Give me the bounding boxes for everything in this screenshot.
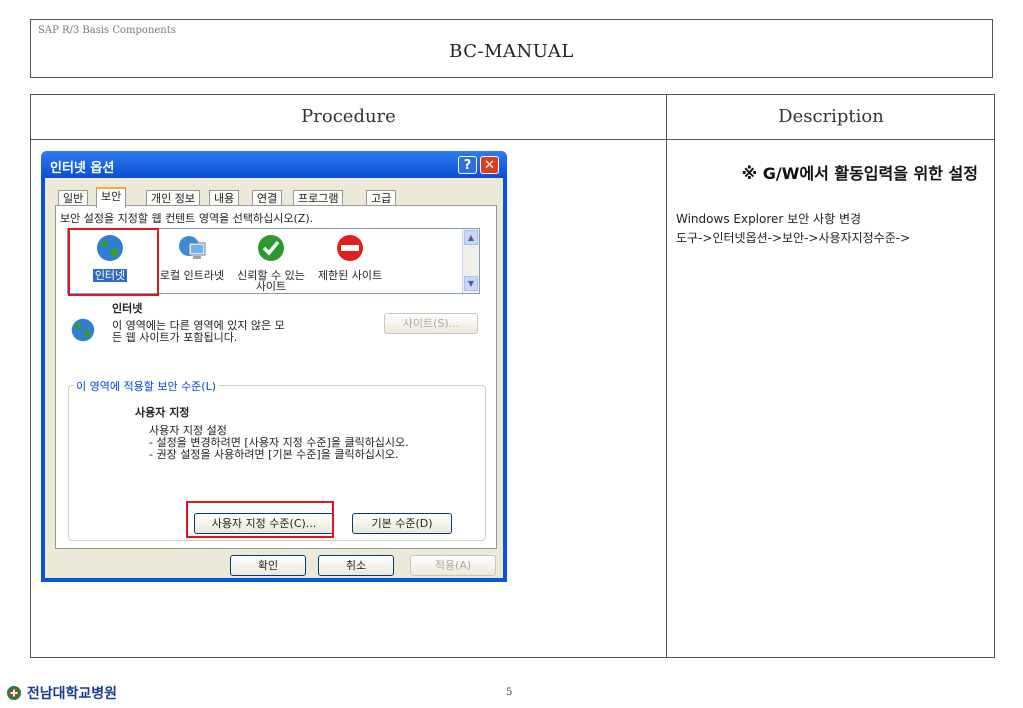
zone-label: 신뢰할 수 있는 사이트: [237, 269, 305, 293]
scroll-up-icon[interactable]: ▲: [464, 230, 478, 245]
header-subtitle: SAP R/3 Basis Components: [38, 25, 176, 36]
zone-label: 로컬 인트라넷: [159, 269, 225, 282]
tab-advanced[interactable]: 고급: [366, 190, 397, 206]
zone-description-2: 든 웹 사이트가 포함됩니다.: [112, 331, 238, 344]
table-header-divider: [31, 139, 994, 140]
table-column-divider: [666, 95, 667, 657]
zone-scrollbar[interactable]: ▲ ▼: [462, 229, 479, 293]
cancel-button[interactable]: 취소: [318, 555, 394, 576]
zone-name: 인터넷: [112, 302, 143, 315]
internet-zone-highlight: [68, 228, 159, 296]
procedure-column-header: Procedure: [301, 106, 396, 127]
no-entry-icon: [337, 235, 363, 261]
footer-logo-text: 전남대학교병원: [26, 686, 118, 702]
level-title: 사용자 지정: [135, 406, 190, 419]
tab-programs[interactable]: 프로그램: [293, 190, 344, 206]
scroll-down-icon[interactable]: ▼: [464, 276, 478, 291]
description-column-header: Description: [778, 106, 884, 127]
checkmark-icon: [258, 235, 284, 261]
custom-level-highlight: [186, 501, 334, 538]
dialog-title-bar: 인터넷 옵션 ? ✕: [41, 151, 507, 178]
help-button[interactable]: ?: [458, 156, 477, 174]
sites-button[interactable]: 사이트(S)...: [384, 313, 478, 334]
zone-prompt: 보안 설정을 지정할 웹 컨텐트 영역을 선택하십시오(Z).: [60, 212, 314, 225]
tab-security[interactable]: 보안: [96, 187, 127, 208]
zone-restricted-sites[interactable]: 제한된 사이트: [310, 233, 390, 281]
default-level-button[interactable]: 기본 수준(D): [352, 513, 452, 534]
page-header: SAP R/3 Basis Components BC-MANUAL: [30, 19, 993, 78]
close-button[interactable]: ✕: [480, 156, 499, 174]
zone-label: 제한된 사이트: [317, 269, 383, 282]
footer-logo: 전남대학교병원: [6, 683, 117, 703]
description-title: ※ G/W에서 활동입력을 위한 설정: [741, 164, 978, 183]
zone-trusted-sites[interactable]: 신뢰할 수 있는 사이트: [231, 233, 311, 292]
description-line-2: 도구->인터넷옵션->보안->사용자지정수준->: [676, 231, 911, 245]
tab-content[interactable]: 내용: [209, 190, 240, 206]
dialog-title: 인터넷 옵션: [50, 161, 115, 176]
security-level-legend: 이 영역에 적용할 보안 수준(L): [74, 378, 219, 394]
globe-icon: [71, 318, 95, 342]
ok-button[interactable]: 확인: [230, 555, 306, 576]
header-title: BC-MANUAL: [449, 41, 574, 62]
page-number: 5: [506, 687, 513, 698]
zone-local-intranet[interactable]: 로컬 인트라넷: [152, 233, 232, 281]
level-line-3: - 권장 설정을 사용하려면 [기본 수준]을 클릭하십시오.: [149, 448, 399, 461]
apply-button[interactable]: 적용(A): [410, 555, 496, 576]
description-line-1: Windows Explorer 보안 사항 변경: [676, 212, 862, 226]
tab-general[interactable]: 일반: [58, 190, 89, 206]
tab-connections[interactable]: 연결: [252, 190, 283, 206]
hospital-emblem-icon: [7, 686, 21, 700]
tab-privacy[interactable]: 개인 정보: [146, 190, 200, 206]
computer-icon: [179, 236, 206, 259]
